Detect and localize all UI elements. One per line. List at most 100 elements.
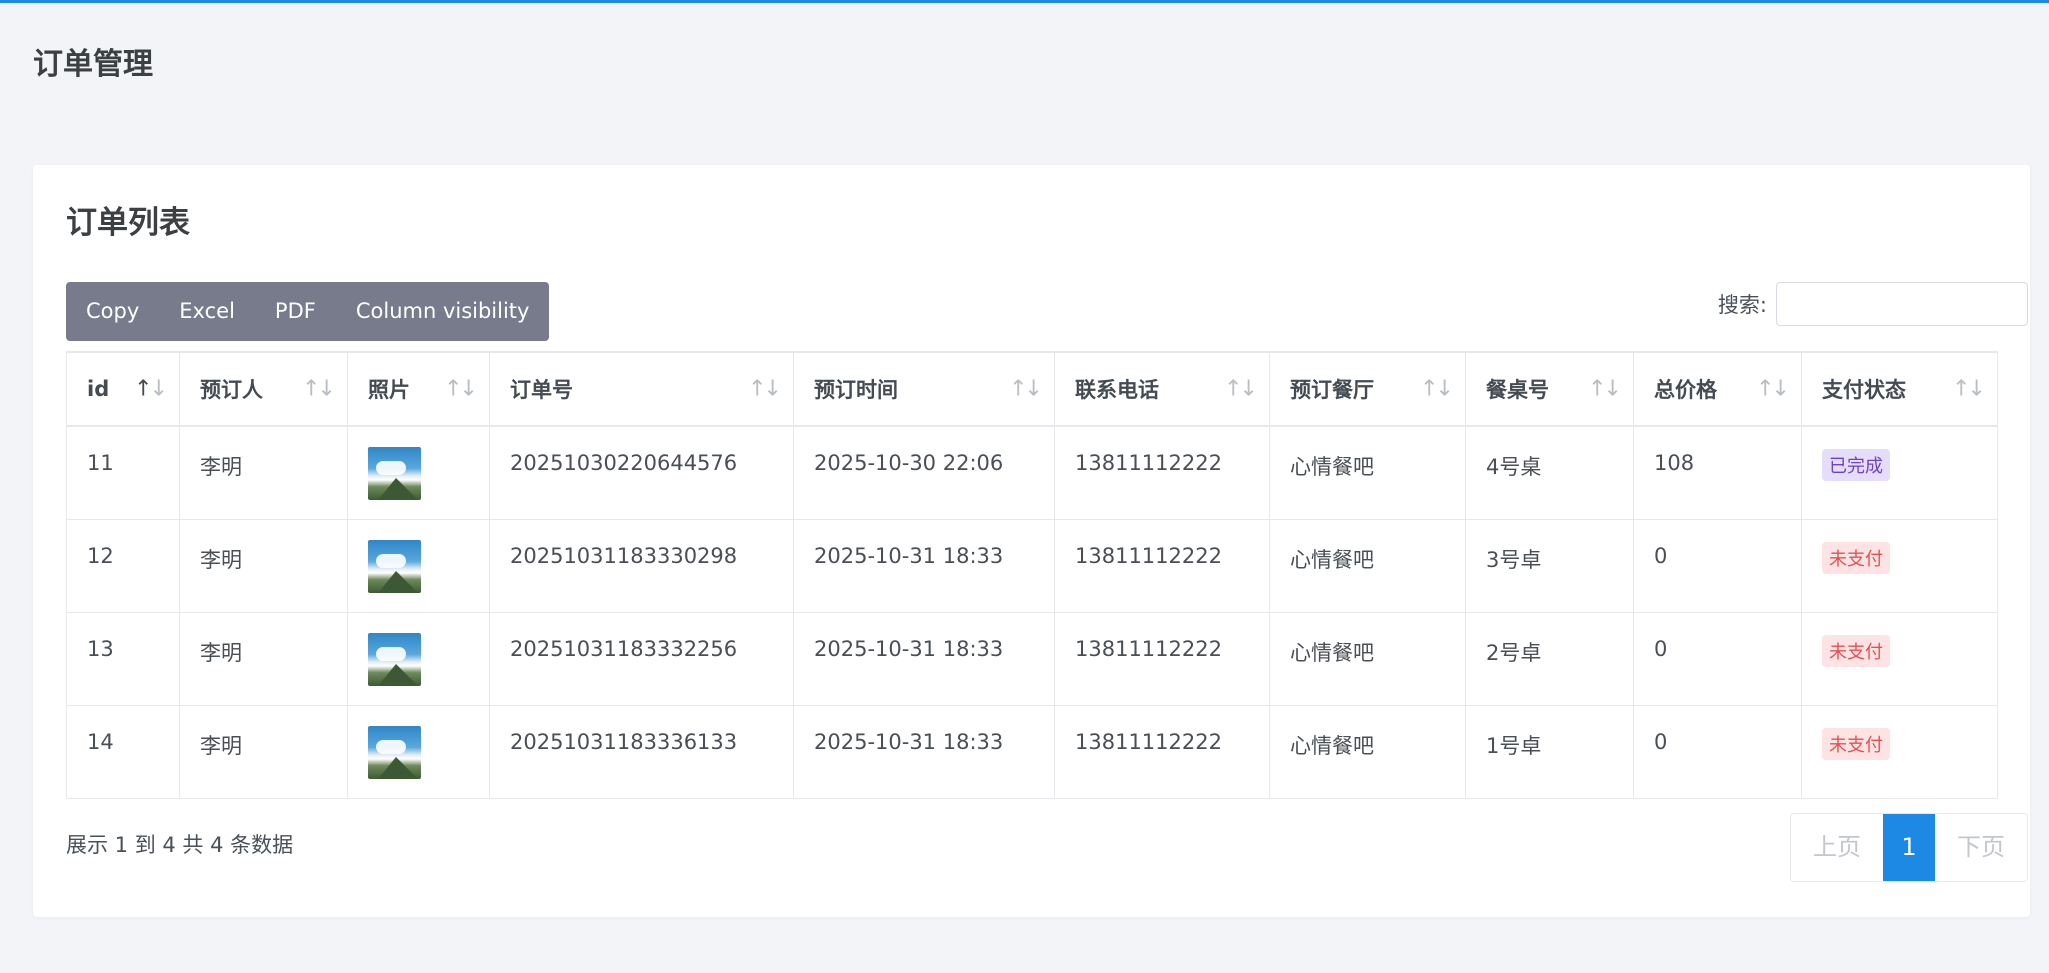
cell-order-no: 20251031183332256 (489, 611, 794, 706)
cell-restaurant: 心情餐吧 (1269, 518, 1466, 613)
column-header-label: 预订人 (200, 378, 263, 402)
status-badge: 未支付 (1822, 727, 1890, 760)
cell-name: 李明 (179, 704, 348, 799)
column-header-table-no[interactable]: 餐桌号 ↑↓ (1465, 351, 1634, 427)
column-header-time[interactable]: 预订时间 ↑↓ (793, 351, 1055, 427)
column-header-label: 照片 (368, 378, 410, 402)
cell-time: 2025-10-30 22:06 (793, 425, 1055, 520)
cell-status: 未支付 (1801, 518, 1998, 613)
cell-time: 2025-10-31 18:33 (793, 704, 1055, 799)
order-list-card: 订单列表 Copy Excel PDF Column visibility 搜索… (33, 165, 2030, 917)
cell-name: 李明 (179, 425, 348, 520)
cell-id: 13 (66, 611, 180, 706)
sort-icon: ↑↓ (1420, 376, 1454, 402)
column-header-photo[interactable]: 照片 ↑↓ (347, 351, 490, 427)
search-box: 搜索: (1718, 282, 2028, 326)
cell-time: 2025-10-31 18:33 (793, 611, 1055, 706)
sort-icon: ↑↓ (748, 376, 782, 402)
sort-icon: ↑↓ (1952, 376, 1986, 402)
column-header-label: 预订餐厅 (1290, 378, 1374, 402)
sort-icon: ↑↓ (1009, 376, 1043, 402)
cell-id: 12 (66, 518, 180, 613)
cell-name: 李明 (179, 518, 348, 613)
prev-page-button[interactable]: 上页 (1791, 814, 1883, 881)
cell-order-no: 20251031183330298 (489, 518, 794, 613)
table-row: 13 李明 20251031183332256 2025-10-31 18:33… (66, 611, 1998, 706)
cell-phone: 13811112222 (1054, 704, 1270, 799)
column-header-label: 餐桌号 (1486, 378, 1549, 402)
cell-status: 未支付 (1801, 611, 1998, 706)
column-header-label: id (87, 377, 110, 401)
cell-table-no: 3号卓 (1465, 518, 1634, 613)
cell-table-no: 4号桌 (1465, 425, 1634, 520)
sort-icon: ↑↓ (1588, 376, 1622, 402)
cell-total: 0 (1633, 611, 1802, 706)
page-title: 订单管理 (33, 47, 153, 82)
column-header-total[interactable]: 总价格 ↑↓ (1633, 351, 1802, 427)
table-header-row: id ↑↓ 预订人 ↑↓ 照片 ↑↓ 订单号 ↑↓ 预订时间 ↑↓ 联系电话 ↑↓ 预订餐厅… (66, 351, 1998, 427)
cell-order-no: 20251030220644576 (489, 425, 794, 520)
cell-name: 李明 (179, 611, 348, 706)
cell-id: 11 (66, 425, 180, 520)
orders-table: id ↑↓ 预订人 ↑↓ 照片 ↑↓ 订单号 ↑↓ 预订时间 ↑↓ 联系电话 ↑↓ 预订餐厅… (66, 351, 1998, 799)
cell-photo (347, 611, 490, 706)
sort-icon: ↑↓ (1224, 376, 1258, 402)
cell-photo (347, 704, 490, 799)
excel-button[interactable]: Excel (159, 282, 255, 341)
cell-table-no: 2号卓 (1465, 611, 1634, 706)
photo-thumbnail[interactable] (368, 539, 421, 593)
cell-total: 0 (1633, 704, 1802, 799)
sort-icon: ↑↓ (302, 376, 336, 402)
status-badge: 未支付 (1822, 541, 1890, 574)
cell-status: 未支付 (1801, 704, 1998, 799)
table-row: 12 李明 20251031183330298 2025-10-31 18:33… (66, 518, 1998, 613)
column-header-label: 订单号 (510, 378, 573, 402)
column-visibility-button[interactable]: Column visibility (336, 282, 550, 341)
pagination: 上页 1 下页 (1790, 813, 2028, 882)
pdf-button[interactable]: PDF (255, 282, 336, 341)
cell-status: 已完成 (1801, 425, 1998, 520)
cell-restaurant: 心情餐吧 (1269, 611, 1466, 706)
cell-restaurant: 心情餐吧 (1269, 704, 1466, 799)
table-row: 11 李明 20251030220644576 2025-10-30 22:06… (66, 425, 1998, 520)
column-header-label: 总价格 (1654, 378, 1717, 402)
photo-thumbnail[interactable] (368, 725, 421, 779)
cell-order-no: 20251031183336133 (489, 704, 794, 799)
search-label: 搜索: (1717, 293, 1767, 317)
column-header-label: 预订时间 (814, 378, 898, 402)
cell-photo (347, 518, 490, 613)
status-badge: 未支付 (1822, 634, 1890, 667)
cell-total: 108 (1633, 425, 1802, 520)
copy-button[interactable]: Copy (66, 282, 159, 341)
cell-table-no: 1号卓 (1465, 704, 1634, 799)
export-button-group: Copy Excel PDF Column visibility (66, 282, 550, 341)
search-input[interactable] (1776, 282, 2028, 326)
sort-icon: ↑↓ (1756, 376, 1790, 402)
column-header-status[interactable]: 支付状态 ↑↓ (1801, 351, 1998, 427)
column-header-label: 联系电话 (1075, 378, 1159, 402)
cell-restaurant: 心情餐吧 (1269, 425, 1466, 520)
top-accent-bar (0, 0, 2049, 3)
cell-time: 2025-10-31 18:33 (793, 518, 1055, 613)
column-header-restaurant[interactable]: 预订餐厅 ↑↓ (1269, 351, 1466, 427)
page-1-button[interactable]: 1 (1883, 814, 1935, 881)
cell-phone: 13811112222 (1054, 518, 1270, 613)
status-badge: 已完成 (1822, 449, 1890, 481)
table-row: 14 李明 20251031183336133 2025-10-31 18:33… (66, 704, 1998, 799)
cell-photo (347, 425, 490, 520)
column-header-label: 支付状态 (1822, 378, 1906, 402)
column-header-id[interactable]: id ↑↓ (66, 351, 180, 427)
next-page-button[interactable]: 下页 (1935, 814, 2027, 881)
column-header-phone[interactable]: 联系电话 ↑↓ (1054, 351, 1270, 427)
photo-thumbnail[interactable] (368, 632, 421, 686)
column-header-name[interactable]: 预订人 ↑↓ (179, 351, 348, 427)
cell-phone: 13811112222 (1054, 611, 1270, 706)
cell-total: 0 (1633, 518, 1802, 613)
column-header-order-no[interactable]: 订单号 ↑↓ (489, 351, 794, 427)
cell-id: 14 (66, 704, 180, 799)
photo-thumbnail[interactable] (368, 447, 421, 500)
sort-icon: ↑↓ (444, 376, 478, 402)
card-title: 订单列表 (66, 205, 190, 241)
cell-phone: 13811112222 (1054, 425, 1270, 520)
table-info: 展示 1 到 4 共 4 条数据 (66, 833, 294, 857)
